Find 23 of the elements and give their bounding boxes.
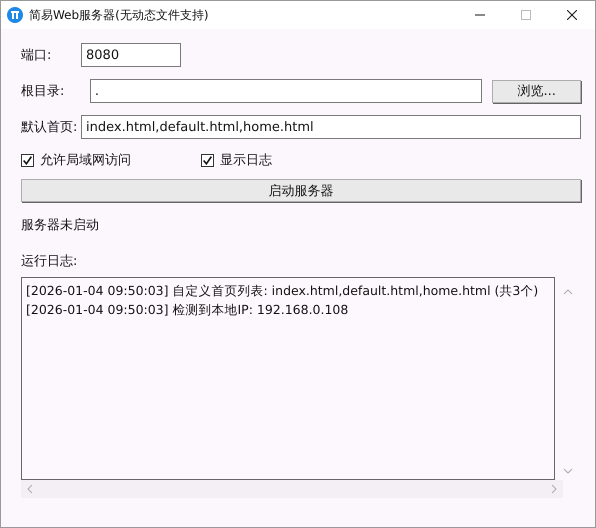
input-field[interactable]: 8080 — [81, 43, 181, 67]
scroll-down-icon[interactable] — [563, 468, 574, 474]
checkbox[interactable] — [201, 154, 214, 166]
checkbox-label: 显示日志 — [220, 152, 272, 169]
input-field[interactable]: . — [90, 79, 482, 103]
input-field[interactable]: index.html,default.html,home.html — [81, 115, 581, 139]
browse-button[interactable]: 浏览... — [492, 80, 581, 102]
log-area[interactable]: [2026-01-04 09:50:03] 自定义首页列表: index.html,default.html,home.html (共3个) [2026-01-04 09:50:03] 检测到本地IP: 192.168.0.108 — [21, 277, 556, 480]
start-server-button[interactable]: 启动服务器 — [21, 179, 581, 202]
window-title: 简易Web服务器(无动态文件支持) — [29, 6, 209, 24]
status-text: 服务器未启动 — [21, 217, 100, 235]
log-line: [2026-01-04 09:50:03] 自定义首页列表: index.html,default.html,home.html (共3个) — [26, 282, 540, 300]
checkbox[interactable] — [21, 154, 34, 166]
scroll-left-icon[interactable] — [27, 484, 33, 494]
checkbox-label: 允许局域网访问 — [40, 152, 131, 169]
field-label: 根目录: — [21, 83, 66, 100]
scroll-right-icon[interactable] — [551, 484, 557, 494]
scroll-up-icon[interactable] — [563, 289, 574, 295]
field-label: 端口: — [21, 47, 52, 64]
log-line: [2026-01-04 09:50:03] 检测到本地IP: 192.168.0.108 — [26, 301, 350, 319]
log-label: 运行日志: — [21, 253, 78, 271]
app-icon — [7, 7, 23, 23]
field-label: 默认首页: — [21, 119, 78, 136]
